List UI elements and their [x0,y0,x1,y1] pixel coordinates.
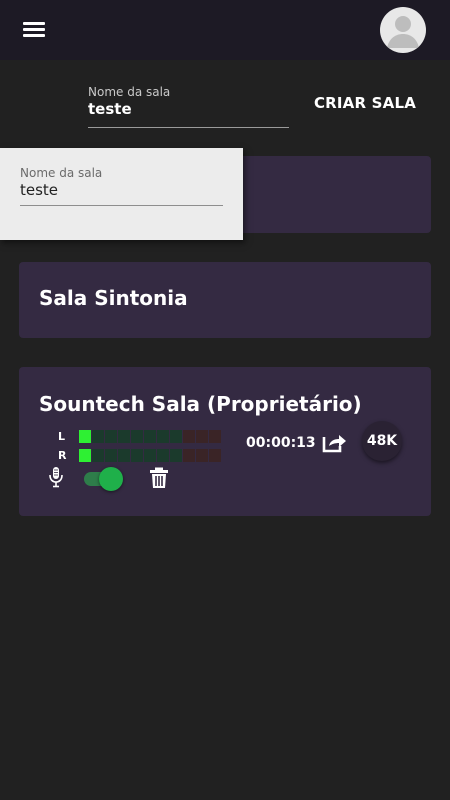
meter-segment [196,449,208,462]
create-room-button[interactable]: CRIAR SALA [313,90,417,116]
share-icon[interactable] [322,431,348,453]
meter-segment [79,449,91,462]
toggle-knob [99,467,123,491]
room-name-label: Nome da sala [88,85,171,99]
autocomplete-popup[interactable]: Nome da sala teste [0,148,243,240]
meter-segment [170,430,182,443]
meter-segment [92,430,104,443]
meter-segment [170,449,182,462]
room-card-title: Sala Sintonia [39,286,188,310]
top-app-bar [0,0,450,60]
meter-segment [209,449,221,462]
meter-left-label: L [58,430,66,443]
room-card-title: Sountech Sala (Proprietário) [39,392,362,416]
meter-segment [183,449,195,462]
autocomplete-value[interactable]: teste [20,181,58,199]
autocomplete-underline [20,205,223,206]
room-card[interactable]: Sala Sintonia [19,262,431,338]
menu-button[interactable] [14,14,56,46]
autocomplete-label: Nome da sala [20,166,103,180]
meter-segment [157,430,169,443]
room-name-input[interactable]: teste [88,100,132,118]
meter-right-label: R [58,449,67,462]
meter-segment [118,430,130,443]
bitrate-button[interactable]: 48K [362,421,402,461]
meter-segment [157,449,169,462]
audio-meter-right [79,449,221,462]
delete-icon[interactable] [149,467,169,489]
meter-segment [209,430,221,443]
meter-segment [196,430,208,443]
room-name-field[interactable]: Nome da sala teste [88,85,289,128]
session-timer: 00:00:13 [246,435,316,451]
create-room-form: Nome da sala teste CRIAR SALA [0,60,450,146]
meter-segment [131,430,143,443]
meter-segment [144,430,156,443]
meter-segment [105,449,117,462]
audio-meter-left [79,430,221,443]
meter-segment [144,449,156,462]
meter-segment [92,449,104,462]
hamburger-menu-icon [23,22,45,25]
meter-segment [131,449,143,462]
meter-segment [118,449,130,462]
meter-segment [79,430,91,443]
microphone-icon [48,466,64,488]
user-avatar-icon[interactable] [380,7,426,53]
meter-segment [105,430,117,443]
microphone-toggle[interactable] [84,467,124,491]
meter-segment [183,430,195,443]
